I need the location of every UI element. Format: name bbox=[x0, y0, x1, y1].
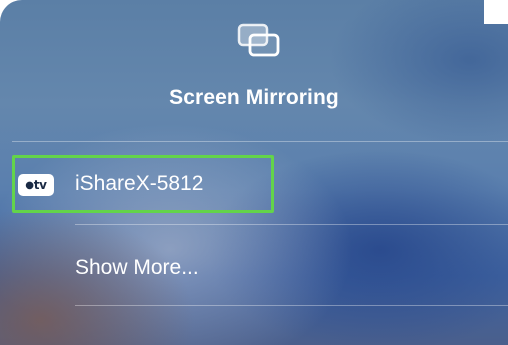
divider bbox=[12, 141, 508, 142]
divider bbox=[75, 224, 508, 225]
apple-tv-icon: ●tv bbox=[18, 174, 54, 196]
device-name[interactable]: iShareX-5812 bbox=[75, 172, 203, 196]
panel-title: Screen Mirroring bbox=[169, 86, 339, 109]
divider bbox=[75, 305, 508, 306]
show-more-button[interactable]: Show More... bbox=[75, 256, 199, 280]
panel-corner bbox=[484, 0, 508, 24]
screen-mirroring-panel: Screen Mirroring ●tv iShareX-5812 Show M… bbox=[0, 0, 508, 345]
screen-mirroring-icon bbox=[237, 23, 280, 57]
